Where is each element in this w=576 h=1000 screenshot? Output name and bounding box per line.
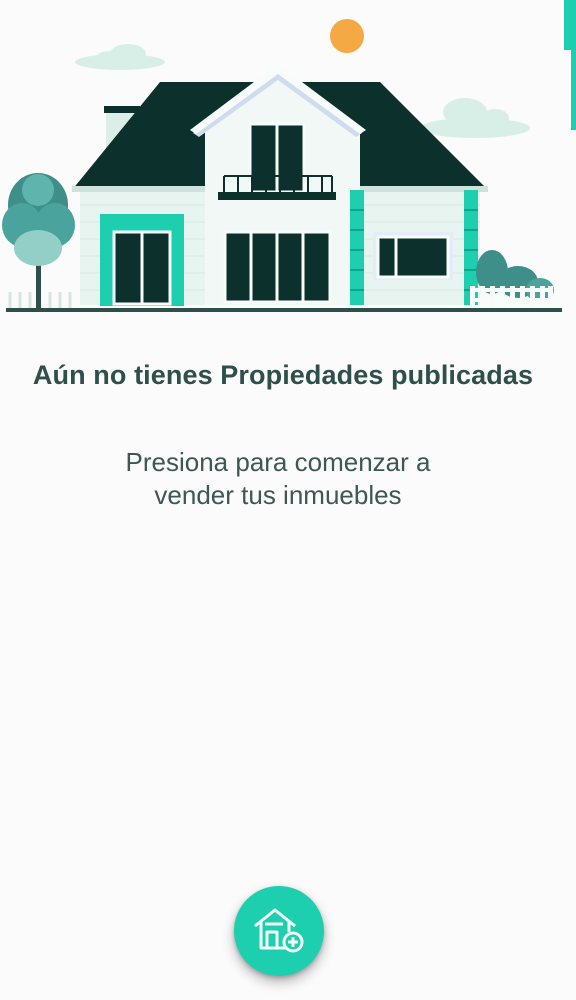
tree-icon xyxy=(2,173,75,308)
empty-state-subtitle-line-2: vender tus inmuebles xyxy=(154,480,402,510)
house-illustration xyxy=(0,0,576,320)
empty-state-subtitle-line-1: Presiona para comenzar a xyxy=(125,447,431,477)
empty-state-title: Aún no tienes Propiedades publicadas xyxy=(32,360,534,390)
empty-state-subtitle: Presiona para comenzar a vender tus inmu… xyxy=(98,446,458,512)
cloud-icon xyxy=(75,44,165,70)
add-house-icon xyxy=(251,904,307,959)
cloud-icon xyxy=(420,98,530,138)
empty-properties-screen: Aún no tienes Propiedades publicadas Pre… xyxy=(0,0,576,1000)
sun-icon xyxy=(330,19,364,53)
add-property-button[interactable] xyxy=(234,886,324,976)
